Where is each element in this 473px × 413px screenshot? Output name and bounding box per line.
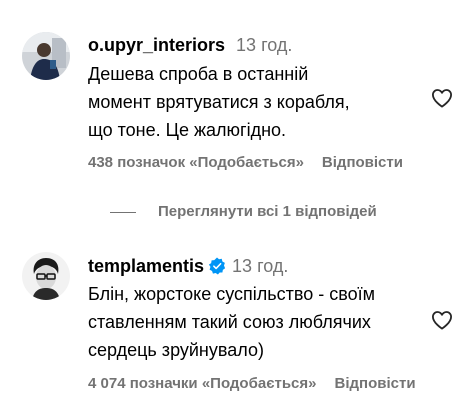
heart-outline-icon[interactable] [431,88,453,108]
like-count[interactable]: 438 позначок «Подобається» [88,154,304,171]
comment-text-line: Дешева спроба в останній [88,64,309,84]
comment-username[interactable]: o.upyr_interiors [88,35,225,55]
comment-text-line: момент врятуватися з корабля, [88,92,350,112]
avatar[interactable] [22,252,70,300]
reply-button[interactable]: Відповісти [322,154,403,171]
view-replies-label: Переглянути всі 1 відповідей [158,203,377,220]
avatar[interactable] [22,32,70,80]
comment-time: 13 год. [236,35,293,55]
comment-username[interactable]: templamentis [88,256,204,276]
like-count[interactable]: 4 074 позначки «Подобається» [88,375,317,392]
comment-text: Блін, жорстоке суспільство - своїм ставл… [88,280,423,364]
comment-text: Дешева спроба в останній момент врятуват… [88,60,423,144]
comment-time: 13 год. [232,256,289,276]
replies-divider-line [110,211,136,213]
previous-comment-cutoff [90,0,350,9]
reply-button[interactable]: Відповісти [335,375,416,392]
view-replies-button[interactable]: Переглянути всі 1 відповідей [88,203,377,225]
heart-outline-icon[interactable] [431,310,453,330]
comment-text-line: що тоне. Це жалюгідно. [88,120,287,140]
comment-text-line: Блін, жорстоке суспільство - своїм [88,284,376,304]
comment-text-line: ставленням такий союз люблячих [88,312,371,332]
comment-text-line: сердець зруйнувало) [88,340,264,360]
verified-badge-icon [208,257,226,281]
